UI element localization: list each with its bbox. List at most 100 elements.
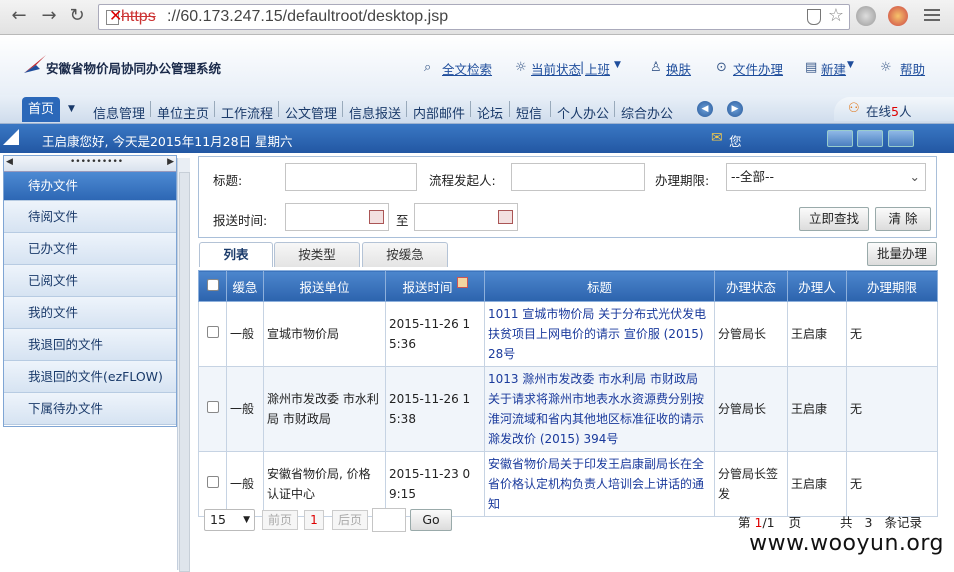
tab-document-management[interactable]: 公文管理	[285, 103, 337, 122]
page-label-pre: 第	[738, 515, 751, 530]
go-button[interactable]: Go	[410, 509, 452, 531]
sidebar-item-to-read[interactable]: 待阅文件	[4, 201, 176, 233]
tab-info-report[interactable]: 信息报送	[349, 103, 401, 122]
tab-home[interactable]: 首页	[22, 97, 61, 122]
table-row[interactable]: 一般 滁州市发改委 市水利局 市财政局 2015-11-26 15:38 101…	[198, 366, 938, 452]
chevron-down-icon[interactable]: ▼	[614, 60, 621, 70]
sidebar-item-done[interactable]: 已办文件	[4, 233, 176, 265]
nav-next-icon[interactable]: ▶	[727, 101, 743, 117]
calendar-icon[interactable]	[498, 210, 513, 224]
initiator-input[interactable]	[511, 163, 645, 191]
current-status-link[interactable]: 当前状态	[531, 59, 581, 78]
col-status[interactable]: 办理状态	[714, 270, 788, 302]
tab-unit-home[interactable]: 单位主页	[157, 103, 209, 122]
sidebar-right-icon[interactable]: ▶	[167, 157, 174, 167]
online-users[interactable]: ⚇ 在线5人	[834, 97, 954, 121]
logo-icon	[24, 55, 46, 73]
shield-icon[interactable]	[807, 9, 821, 25]
mail-icon[interactable]: ✉	[711, 130, 723, 146]
new-link[interactable]: 新建	[821, 59, 846, 78]
help-link[interactable]: 帮助	[900, 59, 925, 78]
select-all-checkbox[interactable]	[206, 278, 219, 291]
reload-icon[interactable]: ↻	[66, 5, 88, 27]
sort-icon[interactable]	[456, 276, 468, 288]
clear-button[interactable]: 清 除	[875, 207, 931, 231]
tab-personal-office[interactable]: 个人办公	[557, 103, 609, 122]
sidebar-item-subordinate-todo[interactable]: 下属待办文件	[4, 393, 176, 425]
address-bar[interactable]: ✕ https ://60.173.247.15/defaultroot/des…	[98, 4, 850, 30]
row-checkbox[interactable]	[206, 476, 219, 488]
nav-prev-icon[interactable]: ◀	[697, 101, 713, 117]
select-all-cell[interactable]	[198, 270, 227, 302]
row-title-link[interactable]: 安徽省物价局关于印发王启康副局长在全省价格认定机构负责人培训会上讲话的通知	[484, 451, 715, 517]
profile-icon[interactable]	[888, 6, 908, 26]
calendar-icon[interactable]	[369, 210, 384, 224]
row-checkbox[interactable]	[206, 401, 219, 413]
sidebar-grip[interactable]: ••••••••••	[70, 157, 123, 167]
menu-icon[interactable]	[924, 9, 940, 24]
sidebar-item-todo[interactable]: 待办文件	[4, 172, 176, 201]
prev-page-button[interactable]: 前页	[262, 510, 298, 530]
page-size-select[interactable]: 15 ▼	[204, 509, 255, 531]
monitor-icon[interactable]	[857, 130, 883, 147]
row-handler: 王启康	[787, 451, 847, 517]
chevron-down-icon[interactable]: ▼	[68, 104, 75, 114]
row-checkbox[interactable]	[206, 326, 219, 338]
next-page-button[interactable]: 后页	[332, 510, 368, 530]
add-icon[interactable]	[827, 130, 853, 147]
row-handler: 王启康	[787, 301, 847, 367]
scrollbar[interactable]	[177, 158, 190, 572]
page-jump-input[interactable]	[372, 508, 406, 532]
info-icon[interactable]	[888, 130, 914, 147]
tab-by-urgency[interactable]: 按缓急	[362, 242, 448, 267]
chevron-down-icon[interactable]: ▼	[847, 60, 854, 70]
tab-list[interactable]: 列表	[199, 242, 273, 267]
row-deadline: 无	[846, 451, 938, 517]
chevron-down-icon: ⌄	[909, 169, 920, 184]
tab-by-type[interactable]: 按类型	[274, 242, 360, 267]
row-title-link[interactable]: 1013 滁州市发改委 市水利局 市财政局 关于请求将滁州市地表水水资源费分别按…	[484, 366, 715, 452]
tab-internal-mail[interactable]: 内部邮件	[413, 103, 465, 122]
tab-forum[interactable]: 论坛	[477, 103, 503, 122]
collapse-toggle-icon[interactable]	[3, 129, 19, 145]
sidebar-item-returned[interactable]: 我退回的文件	[4, 329, 176, 361]
sidebar-item-returned-ezflow[interactable]: 我退回的文件(ezFLOW)	[4, 361, 176, 393]
batch-process-button[interactable]: 批量办理	[867, 242, 937, 266]
tab-general-office[interactable]: 综合办公	[621, 103, 673, 122]
forward-icon[interactable]: →	[38, 5, 60, 27]
switch-skin-link[interactable]: 换肤	[666, 59, 691, 78]
col-unit[interactable]: 报送单位	[263, 270, 386, 302]
col-time[interactable]: 报送时间	[385, 270, 485, 302]
col-handler[interactable]: 办理人	[787, 270, 847, 302]
fulltext-search-link[interactable]: 全文检索	[442, 59, 492, 78]
watermark: www.wooyun.org	[749, 531, 944, 556]
table-row[interactable]: 一般 宣城市物价局 2015-11-26 15:36 1011 宣城市物价局 关…	[198, 301, 938, 367]
start-date-input[interactable]	[285, 203, 389, 231]
title-input[interactable]	[285, 163, 417, 191]
col-urgency[interactable]: 缓急	[226, 270, 264, 302]
document-handling-link[interactable]: 文件办理	[733, 59, 783, 78]
row-title-link[interactable]: 1011 宣城市物价局 关于分布式光伏发电扶贫项目上网电价的请示 宣价服 (20…	[484, 301, 715, 367]
online-suffix: 人	[898, 104, 912, 119]
search-button[interactable]: 立即查找	[799, 207, 869, 231]
scrollbar-thumb[interactable]	[179, 172, 190, 572]
back-icon[interactable]: ←	[8, 5, 30, 27]
deadline-select[interactable]: --全部-- ⌄	[726, 163, 926, 191]
sidebar-left-icon[interactable]: ◀	[6, 157, 13, 167]
end-date-input[interactable]	[414, 203, 518, 231]
bookmark-star-icon[interactable]: ☆	[828, 5, 844, 26]
current-page-button[interactable]: 1	[304, 510, 324, 530]
col-deadline[interactable]: 办理期限	[846, 270, 938, 302]
tab-info-management[interactable]: 信息管理	[93, 103, 145, 122]
deadline-label: 办理期限:	[655, 173, 710, 188]
welcome-text: 王启康您好, 今天是2015年11月28日 星期六	[42, 134, 293, 149]
col-title[interactable]: 标题	[484, 270, 715, 302]
mail-label[interactable]: 您	[729, 131, 742, 150]
table-row[interactable]: 一般 安徽省物价局, 价格认证中心 2015-11-23 09:15 安徽省物价…	[198, 451, 938, 517]
tab-workflow[interactable]: 工作流程	[221, 103, 273, 122]
extension-icon[interactable]	[856, 6, 876, 26]
status-value-link[interactable]: 上班	[585, 59, 610, 78]
sidebar-item-my-files[interactable]: 我的文件	[4, 297, 176, 329]
tab-sms[interactable]: 短信	[516, 103, 542, 122]
sidebar-item-read[interactable]: 已阅文件	[4, 265, 176, 297]
